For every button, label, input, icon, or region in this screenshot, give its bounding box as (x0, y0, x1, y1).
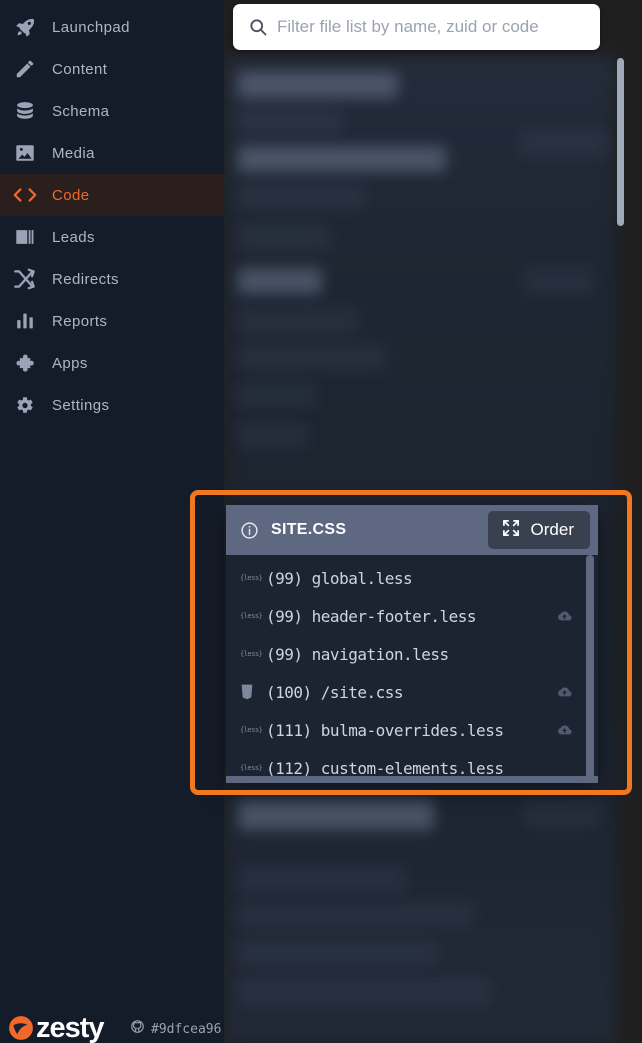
blurred-row (524, 268, 594, 294)
file-name: (112) custom-elements.less (266, 758, 504, 778)
list-item[interactable]: (100) /site.css (226, 673, 598, 711)
less-file-icon: {less} (240, 574, 263, 582)
blurred-row (238, 902, 474, 928)
bar-chart-icon (8, 308, 42, 334)
sidebar-item-label: Content (52, 60, 108, 78)
blurred-row (238, 268, 322, 294)
blurred-row (238, 382, 316, 408)
version-hash: #9dfcea96 (151, 1021, 222, 1037)
brand-name: zesty (36, 1012, 105, 1043)
gear-icon (8, 392, 42, 418)
sidebar-nav: Launchpad Content Schema Media Code Lead… (0, 0, 224, 1043)
blurred-row (238, 422, 308, 448)
expand-arrows-icon (501, 518, 521, 543)
version-status: #9dfcea96 (130, 1019, 221, 1039)
image-icon (8, 140, 42, 166)
rocket-icon (8, 14, 42, 40)
sidebar-item-label: Reports (52, 312, 108, 330)
less-file-icon: {less} (240, 726, 263, 734)
sidebar-item-media[interactable]: Media (0, 132, 224, 174)
puzzle-icon (8, 350, 42, 376)
pencil-icon (8, 56, 42, 82)
main-scrollbar-thumb[interactable] (617, 58, 624, 226)
blurred-row (520, 130, 608, 156)
cloud-upload-icon[interactable] (554, 722, 574, 739)
panel-bottom-bar (226, 776, 598, 783)
site-css-file-panel: SITE.CSS Order {less} (99) global.less {… (226, 505, 598, 783)
main-scroll-rail (624, 56, 642, 1043)
panel-header: SITE.CSS Order (226, 505, 598, 555)
panel-scrollbar[interactable] (586, 555, 594, 783)
contact-card-icon (8, 224, 42, 250)
sidebar-item-code[interactable]: Code (0, 174, 224, 216)
info-circle-icon[interactable] (240, 521, 262, 540)
order-button-label: Order (530, 520, 574, 539)
blurred-row (238, 72, 398, 98)
css3-file-icon (240, 684, 266, 700)
less-file-icon: {less} (240, 612, 263, 620)
blurred-row (238, 866, 406, 892)
blurred-row (238, 978, 490, 1004)
cloud-upload-icon[interactable] (554, 608, 574, 625)
app-root: Launchpad Content Schema (0, 0, 642, 1043)
sidebar-item-reports[interactable]: Reports (0, 300, 224, 342)
search-icon (245, 17, 271, 37)
code-brackets-icon (8, 182, 42, 208)
sidebar-item-label: Redirects (52, 270, 119, 288)
sidebar-item-label: Launchpad (52, 18, 130, 36)
cloud-upload-icon[interactable] (554, 684, 574, 701)
sidebar-item-label: Apps (52, 354, 88, 372)
order-button[interactable]: Order (487, 511, 590, 549)
sidebar-item-label: Leads (52, 228, 95, 246)
list-item[interactable]: {less} (111) bulma-overrides.less (226, 711, 598, 749)
sidebar-item-content[interactable]: Content (0, 48, 224, 90)
panel-file-list: {less} (99) global.less {less} (99) head… (226, 555, 598, 783)
blurred-row (238, 108, 342, 134)
sidebar-item-label: Schema (52, 102, 110, 120)
list-item[interactable]: {less} (99) navigation.less (226, 635, 598, 673)
shuffle-icon (14, 268, 35, 290)
sidebar-item-schema[interactable]: Schema (0, 90, 224, 132)
blurred-row (238, 224, 330, 250)
less-file-icon: {less} (240, 764, 263, 772)
file-name: (99) header-footer.less (266, 606, 477, 626)
list-item[interactable]: {less} (99) header-footer.less (226, 597, 598, 635)
database-icon (8, 98, 42, 124)
github-icon (130, 1019, 145, 1039)
blurred-row (238, 940, 438, 966)
blurred-row (238, 308, 358, 334)
blurred-row (238, 184, 366, 210)
panel-title: SITE.CSS (271, 521, 347, 538)
sidebar-item-leads[interactable]: Leads (0, 216, 224, 258)
sidebar-item-redirects[interactable]: Redirects (0, 258, 224, 300)
sidebar-item-label: Settings (52, 396, 110, 414)
file-name: (111) bulma-overrides.less (266, 720, 504, 740)
sidebar-item-launchpad[interactable]: Launchpad (0, 6, 224, 48)
sidebar-item-settings[interactable]: Settings (0, 384, 224, 426)
zesty-logo-icon (8, 1015, 34, 1041)
filter-search-bar[interactable] (233, 4, 600, 50)
blurred-row (238, 800, 434, 830)
sidebar-item-apps[interactable]: Apps (0, 342, 224, 384)
list-item[interactable]: {less} (99) global.less (226, 559, 598, 597)
blurred-row (238, 146, 446, 172)
sidebar-item-label: Code (52, 186, 90, 204)
file-name: (100) /site.css (266, 682, 404, 702)
sidebar-item-label: Media (52, 144, 95, 162)
file-name: (99) navigation.less (266, 644, 449, 664)
search-input[interactable] (271, 17, 588, 37)
less-file-icon: {less} (240, 650, 263, 658)
file-name: (99) global.less (266, 568, 413, 588)
blurred-row (238, 344, 386, 370)
blurred-row (524, 800, 602, 826)
